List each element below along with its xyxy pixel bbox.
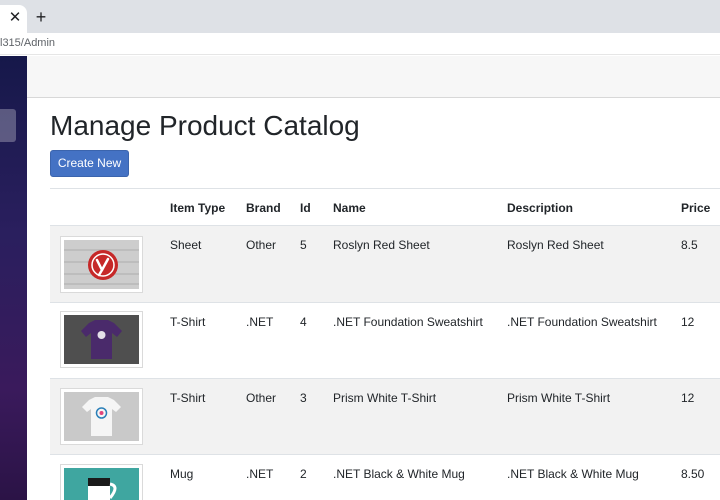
header-name[interactable]: Name [333,201,366,215]
header-brand[interactable]: Brand [246,201,281,215]
cell-name: .NET Foundation Sweatshirt [333,315,483,329]
sidebar [0,56,27,500]
cell-name: Prism White T-Shirt [333,391,437,405]
cell-item-type: T-Shirt [170,315,206,329]
page-title: Manage Product Catalog [50,110,360,141]
cell-price: 12 [681,391,695,405]
cell-price: 8.5 [681,238,698,252]
cell-description: .NET Black & White Mug [507,467,639,481]
header-price[interactable]: Price [681,201,710,215]
cell-id: 2 [300,467,307,481]
product-table: Item Type Brand Id Name Description Pric… [50,188,720,500]
cell-item-type: Mug [170,467,194,481]
product-image-sweatshirt [60,311,143,368]
cell-price: 8.50 [681,467,705,481]
header-id[interactable]: Id [300,201,311,215]
table-row[interactable]: Mug .NET 2 .NET Black & White Mug .NET B… [50,454,720,500]
browser-tab[interactable]: ✕ [0,5,27,33]
cell-description: .NET Foundation Sweatshirt [507,315,657,329]
cell-description: Roslyn Red Sheet [507,238,604,252]
product-image-mug [60,464,143,500]
top-bar [27,56,720,98]
cell-brand: Other [246,391,277,405]
product-image-white-tshirt [60,388,143,445]
cell-id: 3 [300,391,307,405]
cell-name: Roslyn Red Sheet [333,238,430,252]
sweatshirt-icon [64,315,139,364]
cell-id: 5 [300,238,307,252]
table-row[interactable]: T-Shirt Other 3 Prism White T-Shirt Pris… [50,378,720,454]
header-description[interactable]: Description [507,201,573,215]
red-sticker-icon [64,240,139,289]
address-bar[interactable]: l315/Admin [0,33,720,55]
cell-brand: Other [246,238,277,252]
table-row[interactable]: T-Shirt .NET 4 .NET Foundation Sweatshir… [50,302,720,378]
cell-item-type: T-Shirt [170,391,206,405]
sidebar-item-active[interactable] [0,109,16,142]
browser-tab-strip: ✕ + [0,0,720,33]
close-tab-icon[interactable]: ✕ [7,8,23,28]
product-image-red-sheet [60,236,143,293]
cell-price: 12 [681,315,695,329]
cell-name: .NET Black & White Mug [333,467,465,481]
cell-brand: .NET [246,315,274,329]
tshirt-icon [64,392,139,441]
cell-description: Prism White T-Shirt [507,391,611,405]
create-new-button[interactable]: Create New [50,150,129,177]
header-item-type[interactable]: Item Type [170,201,225,215]
mug-icon [64,468,139,500]
cell-item-type: Sheet [170,238,202,252]
table-row[interactable]: Sheet Other 5 Roslyn Red Sheet Roslyn Re… [50,225,720,302]
cell-id: 4 [300,315,307,329]
url-text[interactable]: l315/Admin [0,37,55,49]
table-header: Item Type Brand Id Name Description Pric… [50,189,720,225]
cell-brand: .NET [246,467,274,481]
new-tab-button[interactable]: + [31,6,51,28]
